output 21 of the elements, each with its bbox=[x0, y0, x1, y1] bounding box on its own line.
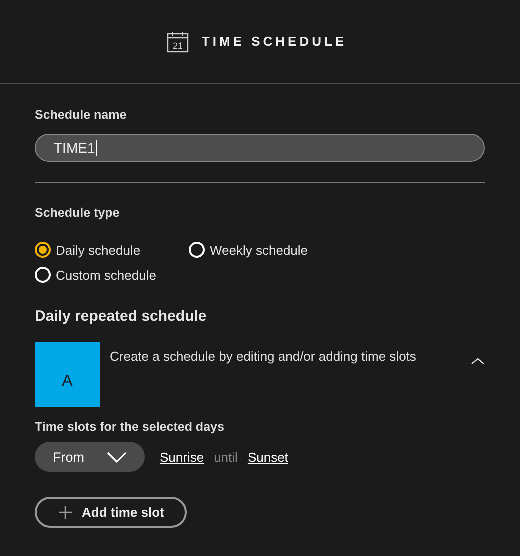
window-title: TIME SCHEDULE bbox=[202, 34, 348, 49]
name-field[interactable]: TIME1 bbox=[35, 134, 485, 162]
radio-button[interactable] bbox=[35, 242, 51, 258]
field-label: Schedule name bbox=[35, 108, 128, 122]
radio-label[interactable]: Weekly schedule bbox=[210, 242, 308, 258]
group-badge: A bbox=[35, 342, 100, 407]
start-link[interactable]: Sunrise bbox=[160, 450, 204, 464]
field-label: Time slots for the selected days bbox=[35, 420, 226, 434]
end-link[interactable]: Sunset bbox=[248, 450, 288, 464]
calendar-icon: 21 bbox=[166, 30, 189, 52]
section-heading: Daily repeated schedule bbox=[35, 308, 208, 325]
add-time-slot-button[interactable]: Add time slot bbox=[35, 497, 187, 528]
radio-label[interactable]: Custom schedule bbox=[56, 268, 156, 282]
group-description: Create a schedule by editing and/or adding time slots bbox=[110, 349, 416, 364]
field-label: Schedule type bbox=[35, 206, 121, 220]
caret-icon bbox=[107, 452, 127, 462]
until-text: until bbox=[214, 450, 238, 464]
mode-dropdown[interactable]: From bbox=[35, 442, 145, 472]
radio-label[interactable]: Daily schedule bbox=[56, 242, 141, 258]
plus-icon bbox=[59, 506, 72, 519]
chevron-icon[interactable] bbox=[471, 357, 485, 365]
